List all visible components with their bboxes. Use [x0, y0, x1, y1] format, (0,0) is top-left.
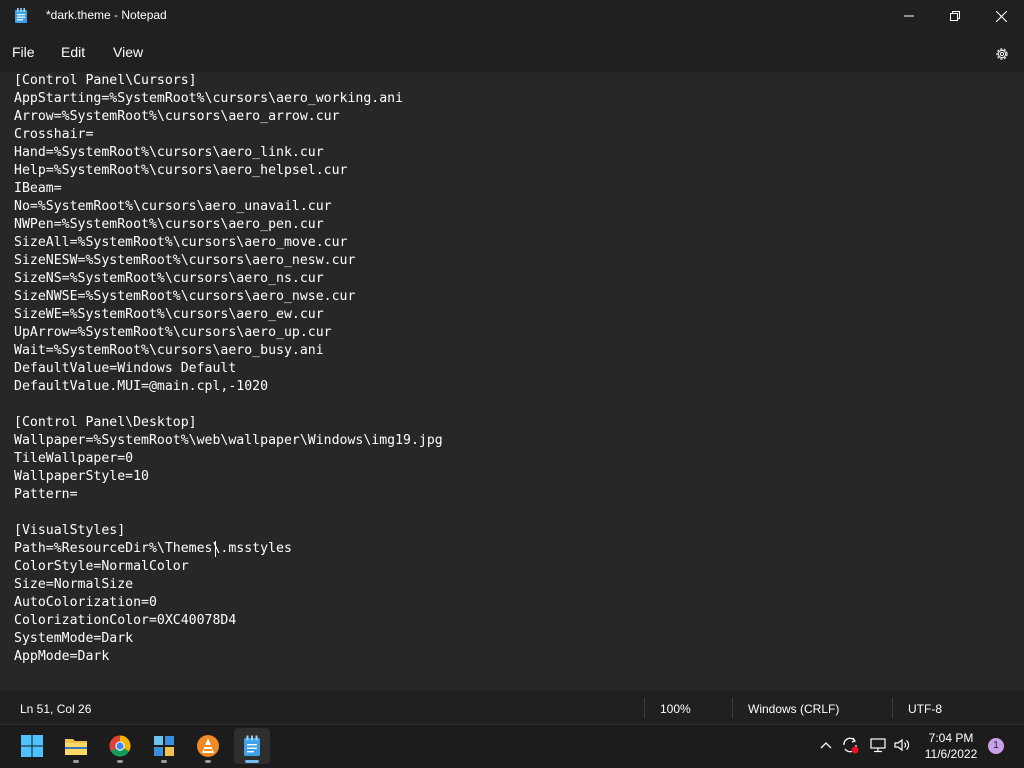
- taskbar: 7:04 PM 11/6/2022 1: [0, 724, 1024, 768]
- speaker-icon: [894, 738, 910, 752]
- title-bar: *dark.theme - Notepad: [0, 0, 1024, 32]
- status-divider: [732, 698, 733, 718]
- minimize-icon: [904, 15, 914, 17]
- status-divider: [644, 698, 645, 718]
- taskbar-notepad[interactable]: [234, 728, 270, 764]
- notepad-icon: [244, 735, 260, 756]
- taskbar-file-explorer[interactable]: [58, 728, 94, 764]
- vlc-icon: [197, 735, 219, 757]
- editor-line: WallpaperStyle=10: [14, 469, 149, 484]
- store-icon: [154, 736, 174, 756]
- window-title: *dark.theme - Notepad: [46, 8, 167, 22]
- editor-line: AppMode=Dark: [14, 649, 110, 664]
- editor-line: SizeNWSE=%SystemRoot%\cursors\aero_nwse.…: [14, 289, 356, 304]
- network-icon[interactable]: [868, 735, 888, 755]
- taskbar-store[interactable]: [146, 728, 182, 764]
- editor-line: Size=NormalSize: [14, 577, 134, 592]
- editor-line: AppStarting=%SystemRoot%\cursors\aero_wo…: [14, 91, 404, 106]
- editor-line: DefaultValue=Windows Default: [14, 361, 237, 376]
- editor-line: NWPen=%SystemRoot%\cursors\aero_pen.cur: [14, 217, 324, 232]
- menu-file[interactable]: File: [12, 44, 35, 60]
- status-divider: [892, 698, 893, 718]
- menu-edit[interactable]: Edit: [61, 44, 85, 60]
- windows-logo-icon: [21, 735, 43, 757]
- editor-line: Path=%ResourceDir%\Themes\.msstyles: [14, 541, 292, 556]
- editor-line: SizeAll=%SystemRoot%\cursors\aero_move.c…: [14, 235, 348, 250]
- editor-line: SystemMode=Dark: [14, 631, 134, 646]
- clock-date: 11/6/2022: [924, 747, 978, 761]
- close-icon: [995, 10, 1007, 22]
- line-ending: Windows (CRLF): [748, 702, 840, 716]
- sync-status-icon[interactable]: [840, 735, 860, 755]
- editor-line: [VisualStyles]: [14, 523, 126, 538]
- sync-error-icon: [843, 737, 859, 754]
- maximize-button[interactable]: [932, 0, 978, 32]
- editor-line: IBeam=: [14, 181, 62, 196]
- settings-button[interactable]: [990, 42, 1014, 66]
- clock-time: 7:04 PM: [928, 731, 974, 745]
- editor-line: TileWallpaper=0: [14, 451, 134, 466]
- editor-line: SizeNS=%SystemRoot%\cursors\aero_ns.cur: [14, 271, 324, 286]
- editor-line: SizeWE=%SystemRoot%\cursors\aero_ew.cur: [14, 307, 324, 322]
- start-button[interactable]: [14, 728, 50, 764]
- editor-line: AutoColorization=0: [14, 595, 157, 610]
- notepad-icon: [14, 8, 28, 24]
- editor-line: [Control Panel\Cursors]: [14, 73, 197, 88]
- taskbar-chrome[interactable]: [102, 728, 138, 764]
- chevron-up-icon: [820, 742, 832, 749]
- editor-line: Arrow=%SystemRoot%\cursors\aero_arrow.cu…: [14, 109, 340, 124]
- volume-icon[interactable]: [892, 735, 912, 755]
- vertical-scrollbar[interactable]: [1012, 72, 1024, 689]
- text-editor[interactable]: [Control Panel\Cursors] AppStarting=%Syst…: [0, 72, 1024, 689]
- taskbar-clock[interactable]: 7:04 PM 11/6/2022: [916, 730, 986, 762]
- editor-line: No=%SystemRoot%\cursors\aero_unavail.cur: [14, 199, 332, 214]
- notification-badge[interactable]: 1: [988, 738, 1004, 754]
- editor-line: SizeNESW=%SystemRoot%\cursors\aero_nesw.…: [14, 253, 356, 268]
- running-indicator: [161, 760, 167, 763]
- editor-line: Hand=%SystemRoot%\cursors\aero_link.cur: [14, 145, 324, 160]
- running-indicator: [73, 760, 79, 763]
- editor-line: Pattern=: [14, 487, 78, 502]
- show-hidden-icons-button[interactable]: [816, 735, 836, 755]
- taskbar-vlc[interactable]: [190, 728, 226, 764]
- minimize-button[interactable]: [886, 0, 932, 32]
- chrome-icon: [109, 735, 131, 757]
- editor-line: UpArrow=%SystemRoot%\cursors\aero_up.cur: [14, 325, 332, 340]
- zoom-level: 100%: [660, 702, 691, 716]
- editor-lines: [Control Panel\Cursors] AppStarting=%Syst…: [14, 72, 443, 666]
- editor-line: DefaultValue.MUI=@main.cpl,-1020: [14, 379, 269, 394]
- restore-icon: [950, 11, 960, 21]
- status-bar: Ln 51, Col 26 100% Windows (CRLF) UTF-8: [0, 689, 1024, 724]
- folder-icon: [65, 739, 87, 755]
- encoding: UTF-8: [908, 702, 942, 716]
- running-indicator: [117, 760, 123, 763]
- gear-icon: [996, 48, 1008, 60]
- menu-bar: File Edit View: [0, 32, 1024, 72]
- menu-view[interactable]: View: [113, 44, 143, 60]
- running-indicator: [205, 760, 211, 763]
- editor-line: [Control Panel\Desktop]: [14, 415, 197, 430]
- close-button[interactable]: [978, 0, 1024, 32]
- editor-line: Wallpaper=%SystemRoot%\web\wallpaper\Win…: [14, 433, 443, 448]
- editor-line: Crosshair=: [14, 127, 94, 142]
- editor-line: ColorStyle=NormalColor: [14, 559, 189, 574]
- editor-line: Wait=%SystemRoot%\cursors\aero_busy.ani: [14, 343, 324, 358]
- ethernet-icon: [870, 738, 886, 753]
- active-indicator: [245, 760, 259, 763]
- editor-line: ColorizationColor=0XC40078D4: [14, 613, 237, 628]
- editor-line: Help=%SystemRoot%\cursors\aero_helpsel.c…: [14, 163, 348, 178]
- cursor-position: Ln 51, Col 26: [20, 702, 92, 716]
- text-caret: [215, 541, 216, 557]
